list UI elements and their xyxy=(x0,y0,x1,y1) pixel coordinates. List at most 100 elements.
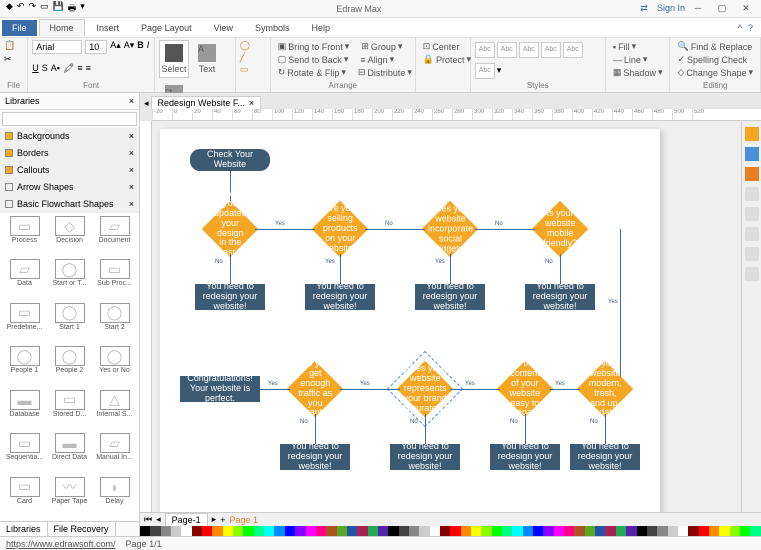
node-d1[interactable]: Have you updated your design in the past… xyxy=(202,201,259,258)
node-r5[interactable]: You need to redesign your website! xyxy=(280,444,350,470)
shape-process[interactable]: ▭Process xyxy=(3,216,46,257)
tab-view[interactable]: View xyxy=(204,20,243,36)
increase-font-icon[interactable]: A▴ xyxy=(110,40,121,51)
spell-check[interactable]: ✓ Spelling Check xyxy=(674,53,750,66)
shape-database[interactable]: ▬Database xyxy=(3,390,46,431)
font-size[interactable] xyxy=(85,40,107,54)
node-r3[interactable]: You need to redesign your website! xyxy=(415,284,485,310)
node-start[interactable]: Check Your Website xyxy=(190,149,270,171)
decrease-font-icon[interactable]: A▾ xyxy=(124,40,135,51)
shape-sub-proc-[interactable]: ▭Sub Proc... xyxy=(93,259,136,300)
node-d3[interactable]: Does your website incorporate social wid… xyxy=(422,201,479,258)
shape-data[interactable]: ▱Data xyxy=(3,259,46,300)
shadow-btn[interactable]: ▦ Shadow ▾ xyxy=(610,66,666,79)
shape-delay[interactable]: ◗Delay xyxy=(93,477,136,518)
panel-icon-1[interactable] xyxy=(745,127,759,141)
shape-start-1[interactable]: ◯Start 1 xyxy=(48,303,91,344)
shape-card[interactable]: ▭Card xyxy=(3,477,46,518)
new-icon[interactable]: ▭ xyxy=(40,1,49,17)
lib-borders[interactable]: Borders× xyxy=(0,145,139,162)
shape-yes-or-no[interactable]: ◯Yes or No xyxy=(93,346,136,387)
styles-more-icon[interactable]: ▾ xyxy=(497,65,502,76)
style-2[interactable]: Abc xyxy=(497,42,517,58)
shape-start-2[interactable]: ◯Start 2 xyxy=(93,303,136,344)
lib-arrow[interactable]: Arrow Shapes× xyxy=(0,179,139,196)
collapse-ribbon-icon[interactable]: ^ xyxy=(738,23,742,33)
canvas[interactable]: Check Your Website Have you updated your… xyxy=(152,121,741,512)
library-search[interactable] xyxy=(2,112,137,126)
tab-home[interactable]: Home xyxy=(39,19,85,36)
page[interactable]: Check Your Website Have you updated your… xyxy=(160,129,660,512)
lib-flowchart[interactable]: Basic Flowchart Shapes× xyxy=(0,196,139,213)
lib-backgrounds[interactable]: Backgrounds× xyxy=(0,128,139,145)
tab-page-layout[interactable]: Page Layout xyxy=(131,20,202,36)
shape-stored-d-[interactable]: ▭Stored D... xyxy=(48,390,91,431)
shape-people-1[interactable]: ◯People 1 xyxy=(3,346,46,387)
undo-icon[interactable]: ↶ xyxy=(17,1,25,17)
center-btn[interactable]: ⊡ Center xyxy=(420,40,463,53)
page-prev-icon[interactable]: ◂ xyxy=(156,514,161,525)
shape-start-or-t-[interactable]: ◯Start or T... xyxy=(48,259,91,300)
panel-icon-3[interactable] xyxy=(745,167,759,181)
node-d6[interactable]: Does your website represents your brand … xyxy=(397,361,454,418)
node-r8[interactable]: You need to redesign your website! xyxy=(570,444,640,470)
align-left-icon[interactable]: ≡ xyxy=(77,63,82,73)
bold-icon[interactable]: B xyxy=(137,40,144,50)
shape-direct-data[interactable]: ▬Direct Data xyxy=(48,433,91,474)
rotate-btn[interactable]: ↻ Rotate & Flip ▾ xyxy=(275,66,349,79)
panel-icon-7[interactable] xyxy=(745,247,759,261)
tab-help[interactable]: Help xyxy=(301,20,340,36)
node-d8[interactable]: Is your website modern, fresh, and up-to… xyxy=(577,361,634,418)
node-d7[interactable]: Is the content of your website easy to n… xyxy=(497,361,554,418)
node-d4[interactable]: Is your website mobile friendly? xyxy=(532,201,589,258)
libraries-close-icon[interactable]: × xyxy=(129,96,134,106)
color-icon[interactable]: A▪ xyxy=(51,63,60,73)
share-icon[interactable]: ⇄ xyxy=(633,3,655,14)
tab-symbols[interactable]: Symbols xyxy=(245,20,300,36)
shape-sequentia-[interactable]: ▭Sequentia... xyxy=(3,433,46,474)
tab-file[interactable]: File xyxy=(2,20,37,36)
node-r2[interactable]: You need to redesign your website! xyxy=(305,284,375,310)
find-replace[interactable]: 🔍 Find & Replace xyxy=(674,40,755,53)
lib-callouts[interactable]: Callouts× xyxy=(0,162,139,179)
strike-icon[interactable]: S xyxy=(42,63,48,73)
document-tab[interactable]: Redesign Website F...× xyxy=(151,96,262,109)
shape-rect-icon[interactable]: ▭ xyxy=(240,64,249,75)
print-icon[interactable]: 🖶 xyxy=(68,1,77,17)
shape-document[interactable]: ▱Document xyxy=(93,216,136,257)
italic-icon[interactable]: I xyxy=(147,40,150,50)
cut-icon[interactable]: ✂ xyxy=(4,54,12,65)
panel-icon-5[interactable] xyxy=(745,207,759,221)
panel-icon-6[interactable] xyxy=(745,227,759,241)
node-r1[interactable]: You need to redesign your website! xyxy=(195,284,265,310)
distribute-btn[interactable]: ⊟ Distribute ▾ xyxy=(355,66,415,79)
paste-icon[interactable]: 📋 xyxy=(4,40,15,51)
close-icon[interactable]: ✕ xyxy=(735,3,757,14)
node-r4[interactable]: You need to redesign your website! xyxy=(525,284,595,310)
tab-close-icon[interactable]: × xyxy=(249,98,254,108)
signin-link[interactable]: Sign In xyxy=(657,3,685,14)
style-1[interactable]: Abc xyxy=(475,42,495,58)
save-icon[interactable]: 💾 xyxy=(53,1,64,17)
sidetab-libraries[interactable]: Libraries xyxy=(0,522,48,536)
page-add-icon[interactable]: + xyxy=(220,515,225,525)
align-center-icon[interactable]: ≡ xyxy=(86,63,91,73)
shape-line-icon[interactable]: ╱ xyxy=(240,52,245,63)
group-btn[interactable]: ⊞ Group ▾ xyxy=(358,40,405,53)
tab-insert[interactable]: Insert xyxy=(87,20,130,36)
page-first-icon[interactable]: ⏮ xyxy=(144,514,152,525)
shape-decision[interactable]: ◇Decision xyxy=(48,216,91,257)
style-6[interactable]: Abc xyxy=(475,63,495,79)
shape-manual-in-[interactable]: ▱Manual In... xyxy=(93,433,136,474)
fill-btn[interactable]: ▪ Fill ▾ xyxy=(610,40,639,53)
minimize-icon[interactable]: ─ xyxy=(687,3,709,14)
panel-icon-4[interactable] xyxy=(745,187,759,201)
help-icon[interactable]: ? xyxy=(748,23,753,33)
redo-icon[interactable]: ↷ xyxy=(28,1,36,17)
line-btn[interactable]: — Line ▾ xyxy=(610,53,651,66)
protect-btn[interactable]: 🔒 Protect ▾ xyxy=(420,53,474,66)
style-5[interactable]: Abc xyxy=(563,42,583,58)
panel-icon-8[interactable] xyxy=(745,267,759,281)
color-strip[interactable] xyxy=(140,526,761,536)
font-name[interactable] xyxy=(32,40,82,54)
